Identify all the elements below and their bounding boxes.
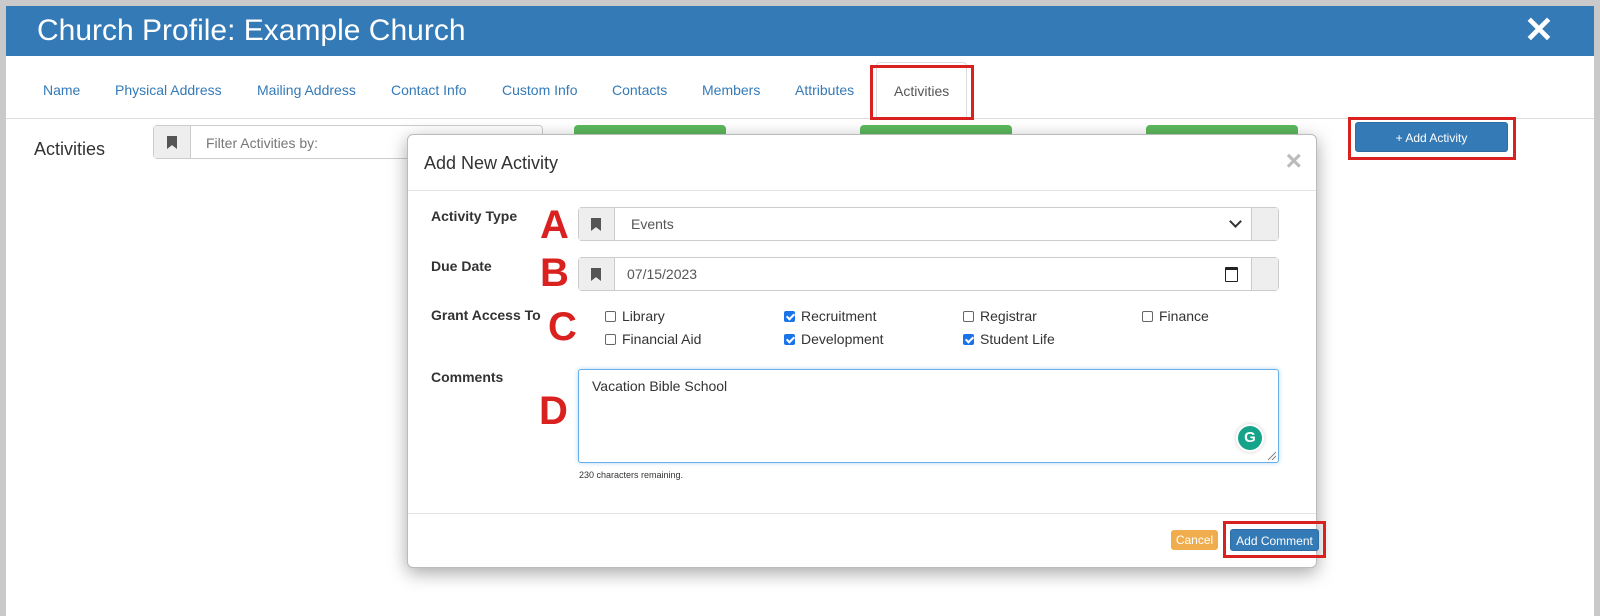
calendar-icon[interactable]	[1225, 267, 1238, 282]
tab-mailing-address[interactable]: Mailing Address	[240, 62, 373, 118]
tab-activities[interactable]: Activities	[876, 62, 968, 120]
bookmark-icon	[167, 136, 177, 149]
add-activity-button[interactable]: + Add Activity	[1355, 122, 1508, 152]
add-activity-modal: Add New Activity × Activity Type A Event…	[407, 134, 1326, 568]
grammarly-icon[interactable]: G	[1238, 426, 1262, 450]
activity-type-addon	[579, 208, 615, 240]
window-title: Church Profile: Example Church	[37, 14, 466, 47]
modal-footer-divider	[408, 513, 1316, 514]
checkbox-finance[interactable]: Finance	[1142, 308, 1209, 324]
checkbox-box[interactable]	[784, 310, 795, 322]
checkbox-registrar[interactable]: Registrar	[963, 308, 1037, 324]
filter-addon	[154, 126, 191, 158]
checkbox-box[interactable]	[605, 310, 616, 322]
checkbox-library[interactable]: Library	[605, 308, 665, 324]
modal-close-icon[interactable]: ×	[1286, 145, 1302, 177]
checkbox-development[interactable]: Development	[784, 331, 884, 347]
tab-contact-info[interactable]: Contact Info	[374, 62, 484, 118]
tab-attributes[interactable]: Attributes	[778, 62, 871, 118]
activity-type-label: Activity Type	[431, 208, 518, 224]
checkbox-label: Financial Aid	[622, 331, 702, 347]
checkbox-label: Student Life	[980, 331, 1055, 347]
tab-custom-info[interactable]: Custom Info	[485, 62, 594, 118]
activities-heading: Activities	[34, 139, 106, 159]
activity-type-value: Events	[631, 216, 674, 232]
activity-type-addon-right	[1251, 208, 1278, 240]
cancel-button[interactable]: Cancel	[1171, 530, 1218, 550]
checkbox-label: Registrar	[980, 308, 1037, 324]
checkbox-box[interactable]	[963, 333, 974, 345]
checkbox-box[interactable]	[963, 310, 974, 322]
chars-remaining: 230 characters remaining.	[579, 470, 684, 480]
add-comment-button[interactable]: Add Comment	[1230, 529, 1319, 551]
checkbox-recruitment[interactable]: Recruitment	[784, 308, 876, 324]
checkbox-box[interactable]	[605, 333, 616, 345]
due-date-value: 07/15/2023	[627, 266, 698, 282]
comments-label: Comments	[431, 369, 504, 385]
checkbox-box[interactable]	[784, 333, 795, 345]
checkbox-label: Recruitment	[801, 308, 877, 324]
annotation-a: A	[540, 203, 569, 247]
filter-placeholder: Filter Activities by:	[206, 135, 319, 151]
tab-members[interactable]: Members	[685, 62, 777, 118]
checkbox-label: Finance	[1159, 308, 1209, 324]
profile-tabs: Name Physical Address Mailing Address Co…	[6, 62, 1594, 120]
chevron-down-icon	[1229, 215, 1242, 228]
due-date-addon-right	[1251, 258, 1278, 290]
modal-header-divider	[408, 190, 1316, 191]
due-date-addon	[579, 258, 615, 290]
annotation-d: D	[539, 389, 568, 433]
resize-grip-icon[interactable]	[1268, 452, 1276, 460]
checkbox-label: Library	[622, 308, 665, 324]
activity-type-select[interactable]: Events	[578, 207, 1279, 241]
tab-physical-address[interactable]: Physical Address	[98, 62, 239, 118]
title-bar: Church Profile: Example Church ✕	[6, 6, 1594, 56]
annotation-c: C	[548, 305, 577, 349]
tab-contacts[interactable]: Contacts	[595, 62, 684, 118]
close-icon[interactable]: ✕	[1524, 10, 1554, 50]
comments-textarea[interactable]: Vacation Bible School G	[578, 369, 1279, 463]
bookmark-icon	[591, 218, 601, 231]
due-date-label: Due Date	[431, 258, 492, 274]
checkbox-box[interactable]	[1142, 310, 1153, 322]
tab-name[interactable]: Name	[26, 62, 97, 118]
checkbox-label: Development	[801, 331, 884, 347]
comments-text: Vacation Bible School	[592, 378, 728, 394]
checkbox-financial-aid[interactable]: Financial Aid	[605, 331, 701, 347]
checkbox-student-life[interactable]: Student Life	[963, 331, 1055, 347]
modal-title: Add New Activity	[424, 153, 559, 173]
grant-access-label: Grant Access To	[431, 307, 541, 323]
due-date-input[interactable]: 07/15/2023	[578, 257, 1279, 291]
annotation-b: B	[540, 251, 569, 295]
bookmark-icon	[591, 268, 601, 281]
